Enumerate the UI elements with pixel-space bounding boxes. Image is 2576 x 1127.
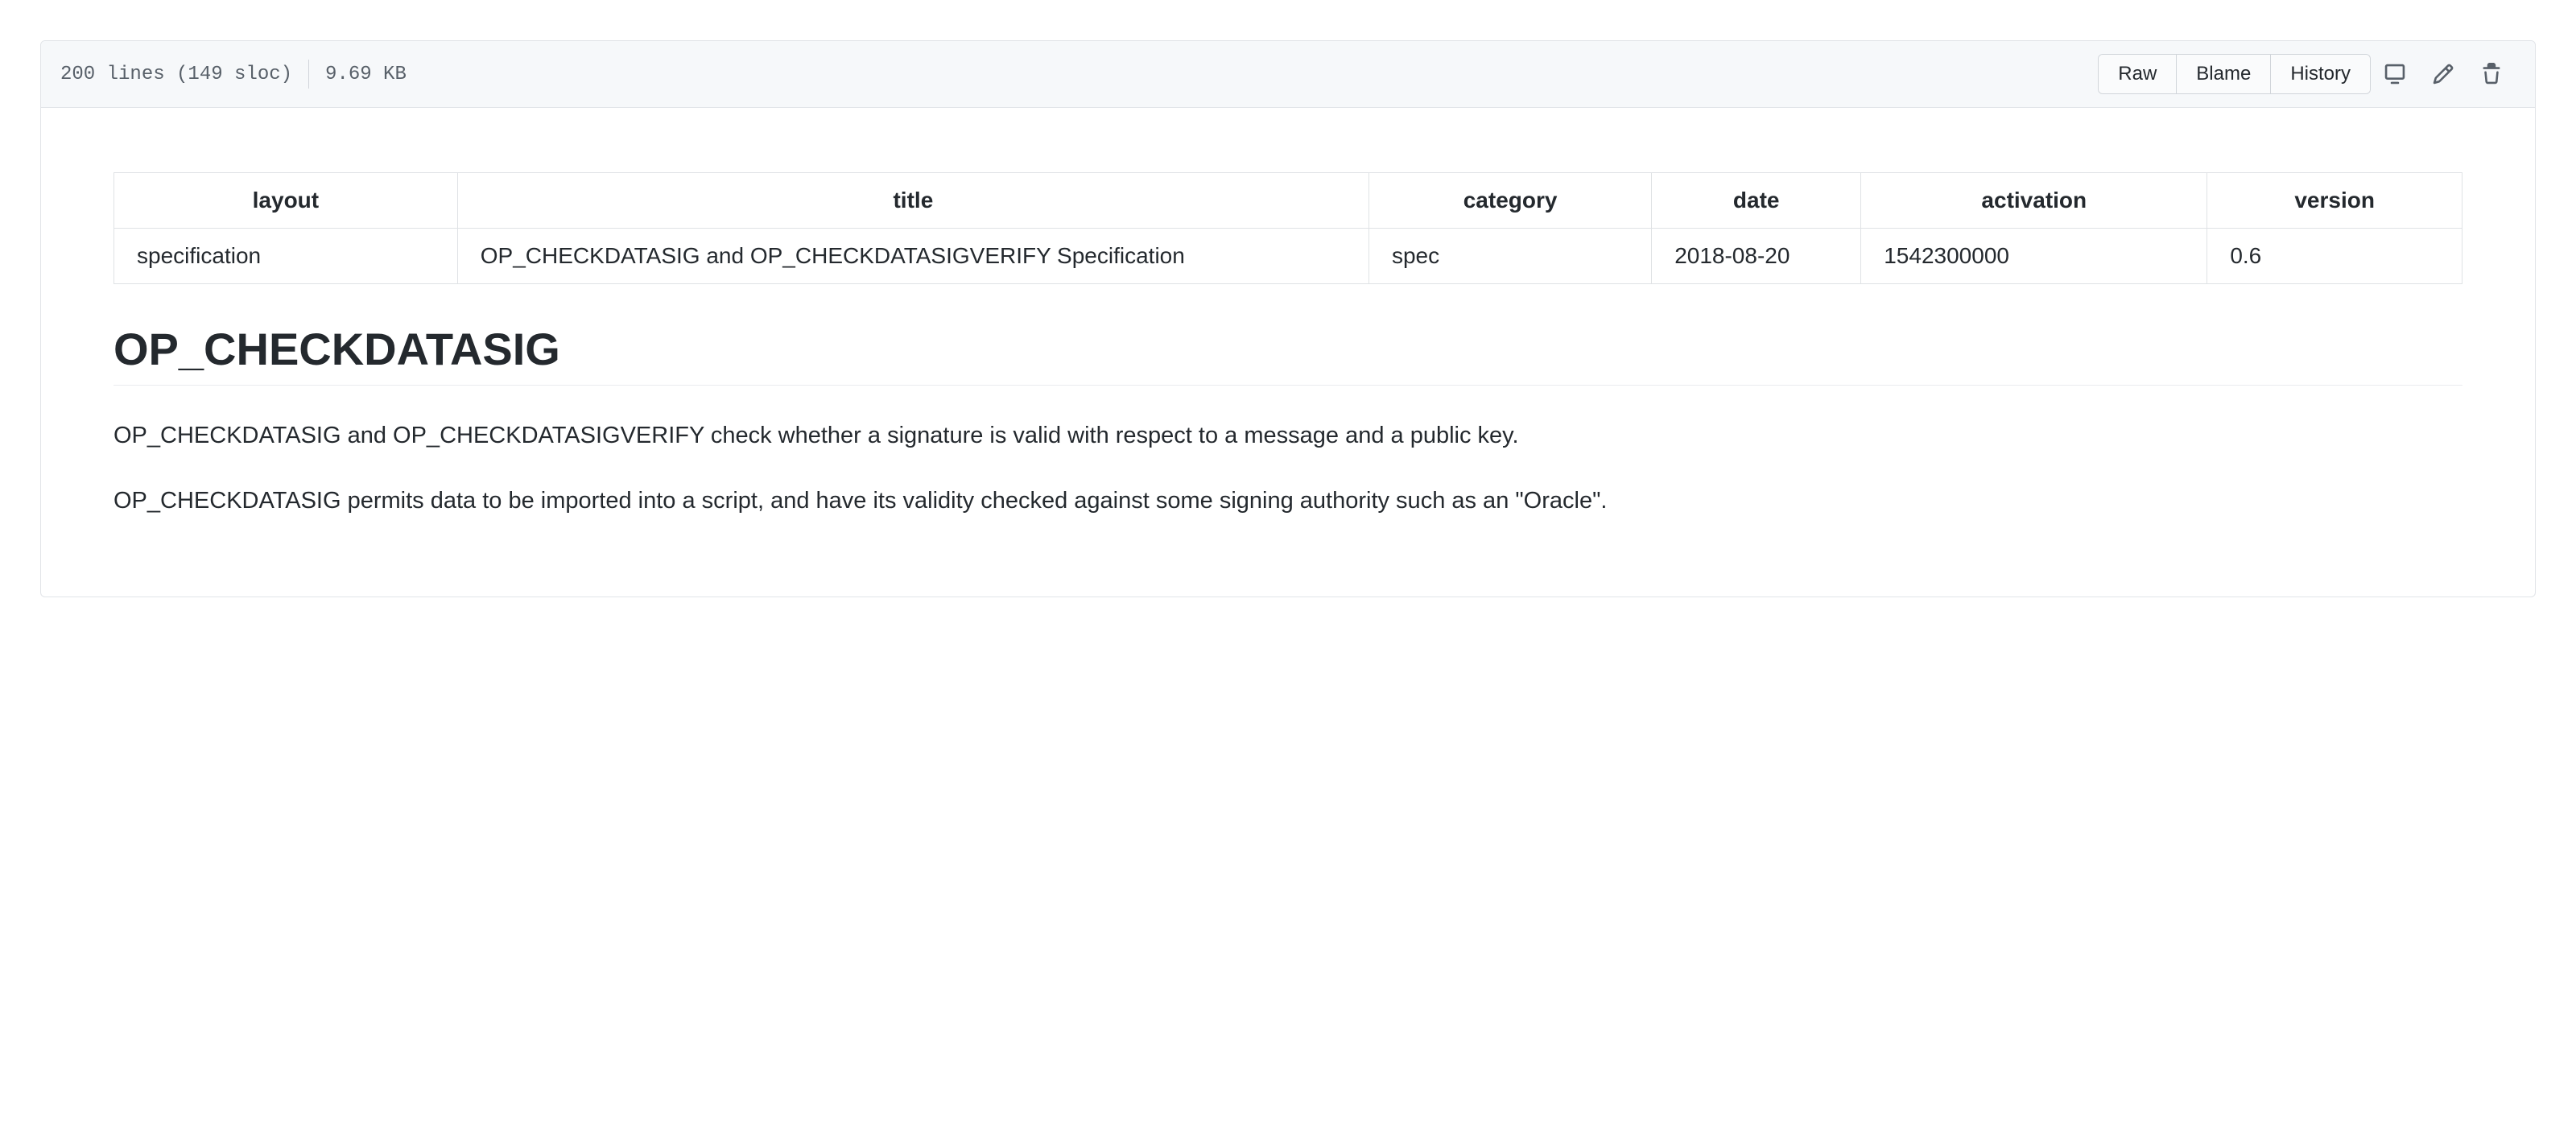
file-container: 200 lines (149 sloc) 9.69 KB Raw Blame H… [40, 40, 2536, 597]
th-date: date [1652, 173, 1861, 229]
edit-button[interactable] [2419, 55, 2467, 93]
raw-button[interactable]: Raw [2099, 55, 2177, 93]
td-date: 2018-08-20 [1652, 229, 1861, 284]
lines-count: 200 lines (149 sloc) [60, 64, 292, 85]
file-size: 9.69 KB [325, 64, 407, 85]
file-actions: Raw Blame History [2098, 54, 2516, 94]
document-paragraph: OP_CHECKDATASIG permits data to be impor… [114, 483, 2462, 519]
table-header-row: layout title category date activation ve… [114, 173, 2462, 229]
file-stats: 200 lines (149 sloc) 9.69 KB [60, 60, 407, 89]
th-version: version [2207, 173, 2462, 229]
frontmatter-table: layout title category date activation ve… [114, 172, 2462, 284]
td-layout: specification [114, 229, 458, 284]
pencil-icon [2432, 63, 2454, 85]
td-version: 0.6 [2207, 229, 2462, 284]
file-header: 200 lines (149 sloc) 9.69 KB Raw Blame H… [41, 41, 2535, 108]
table-row: specification OP_CHECKDATASIG and OP_CHE… [114, 229, 2462, 284]
stats-divider [308, 60, 309, 89]
content-area: layout title category date activation ve… [41, 108, 2535, 597]
th-category: category [1368, 173, 1651, 229]
document-paragraph: OP_CHECKDATASIG and OP_CHECKDATASIGVERIF… [114, 418, 2462, 454]
th-title: title [457, 173, 1368, 229]
td-activation: 1542300000 [1861, 229, 2207, 284]
delete-button[interactable] [2467, 55, 2516, 93]
desktop-button[interactable] [2371, 55, 2419, 93]
document-heading: OP_CHECKDATASIG [114, 323, 2462, 386]
history-button[interactable]: History [2271, 55, 2370, 93]
th-layout: layout [114, 173, 458, 229]
trash-icon [2480, 63, 2503, 85]
td-category: spec [1368, 229, 1651, 284]
blame-button[interactable]: Blame [2177, 55, 2271, 93]
desktop-icon [2384, 63, 2406, 85]
th-activation: activation [1861, 173, 2207, 229]
file-button-group: Raw Blame History [2098, 54, 2371, 94]
td-title: OP_CHECKDATASIG and OP_CHECKDATASIGVERIF… [457, 229, 1368, 284]
